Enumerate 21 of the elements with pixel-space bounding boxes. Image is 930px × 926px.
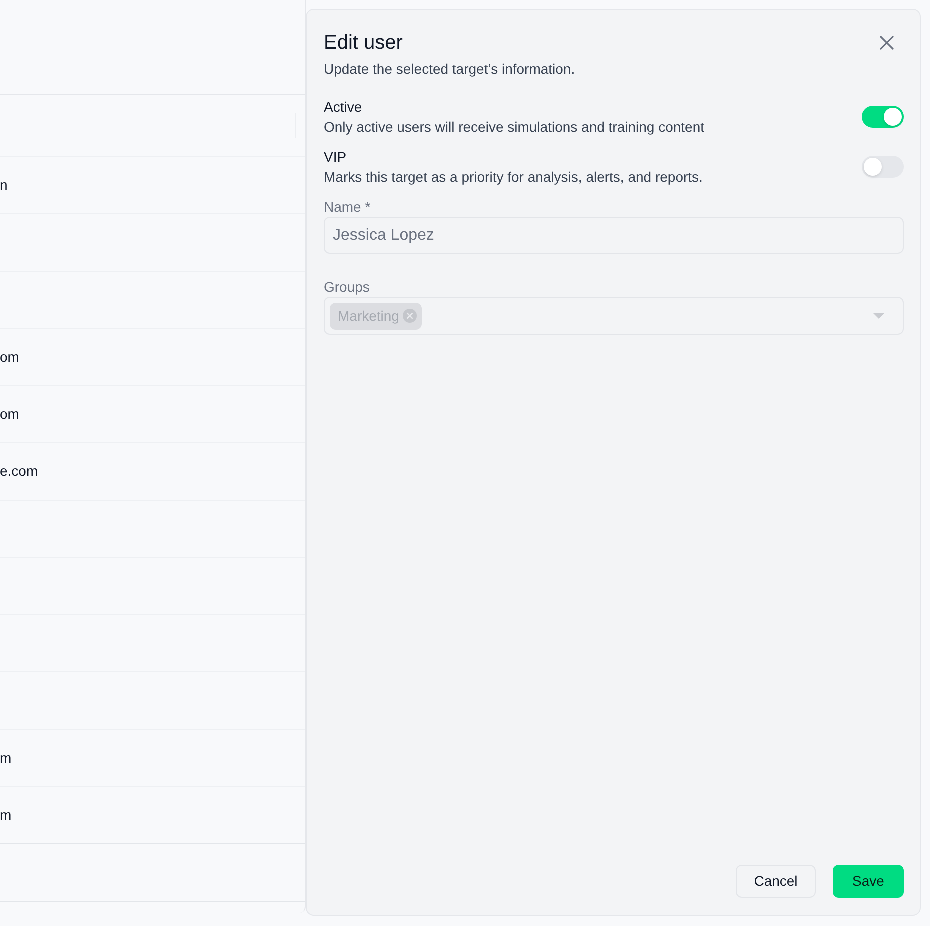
field-label: Groups: [324, 278, 371, 297]
toggle-switch[interactable]: [862, 156, 904, 178]
field-label: Name *: [324, 198, 372, 217]
save-button[interactable]: Save: [833, 865, 904, 898]
table-cell-text: n: [0, 176, 8, 196]
toggle-description: Marks this target as a priority for analysis, alerts, and reports.: [324, 168, 703, 187]
close-button[interactable]: [880, 36, 894, 50]
close-icon: [880, 36, 894, 50]
cancel-button[interactable]: Cancel: [736, 865, 816, 898]
table-cell-text: m: [0, 806, 12, 825]
toggle-label: VIP: [324, 148, 348, 167]
toggle-description: Only active users will receive simulations and training content: [324, 118, 705, 137]
drawer-subtitle: Update the selected target’s information.: [324, 60, 576, 79]
table-cell-text: om: [0, 405, 20, 424]
dropdown-caret-icon: [873, 313, 885, 319]
toggle-switch[interactable]: [862, 106, 904, 128]
table-cell-text: om: [0, 348, 20, 367]
table-cell-text: m: [0, 748, 12, 768]
table-cell-text: e.com: [0, 462, 38, 482]
drawer-title: Edit user: [324, 31, 403, 56]
toggle-label: Active: [324, 98, 364, 117]
